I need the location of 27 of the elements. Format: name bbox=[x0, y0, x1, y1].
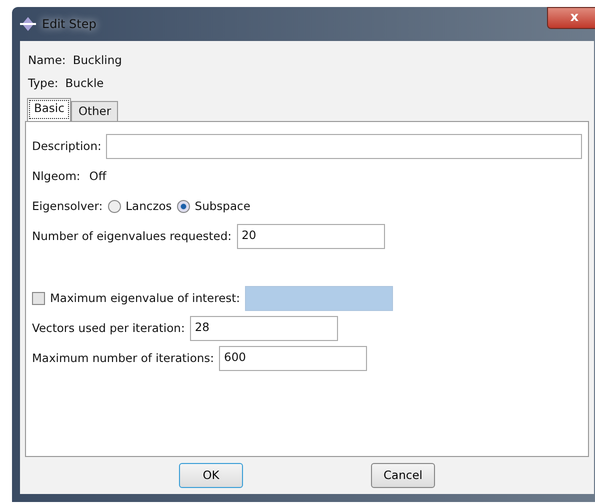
radio-button[interactable] bbox=[176, 200, 190, 213]
radio-label: Subspace bbox=[194, 198, 250, 215]
field-label: Eigensolver: bbox=[32, 198, 103, 215]
info-value: Buckling bbox=[72, 52, 122, 69]
tab[interactable]: Basic bbox=[27, 98, 72, 120]
field-label: Vectors used per iteration: bbox=[32, 320, 185, 337]
field-label: Maximum number of iterations: bbox=[32, 350, 214, 367]
radio-label: Lanczos bbox=[126, 198, 172, 215]
input-field[interactable]: 28 bbox=[190, 316, 338, 341]
input-field[interactable] bbox=[106, 134, 582, 159]
field-label: Description: bbox=[32, 138, 102, 155]
field-label: Nlgeom: bbox=[32, 168, 80, 185]
info-value: Buckle bbox=[65, 75, 104, 92]
app-icon bbox=[20, 16, 36, 32]
input-field[interactable]: 600 bbox=[219, 346, 368, 371]
window-title: Edit Step bbox=[42, 16, 96, 33]
field-label: Number of eigenvalues requested: bbox=[32, 228, 232, 245]
field-value: Off bbox=[89, 168, 106, 185]
tab[interactable]: Other bbox=[71, 100, 118, 120]
close-button[interactable]: x bbox=[547, 7, 595, 29]
dialog-button[interactable]: OK bbox=[179, 462, 243, 488]
dialog-button[interactable]: Cancel bbox=[371, 462, 435, 488]
checkbox-label: Maximum eigenvalue of interest: bbox=[50, 290, 240, 307]
input-field[interactable]: 20 bbox=[236, 224, 385, 249]
radio-button[interactable] bbox=[108, 200, 121, 213]
info-label: Name: bbox=[28, 52, 66, 69]
info-label: Type: bbox=[28, 75, 58, 92]
